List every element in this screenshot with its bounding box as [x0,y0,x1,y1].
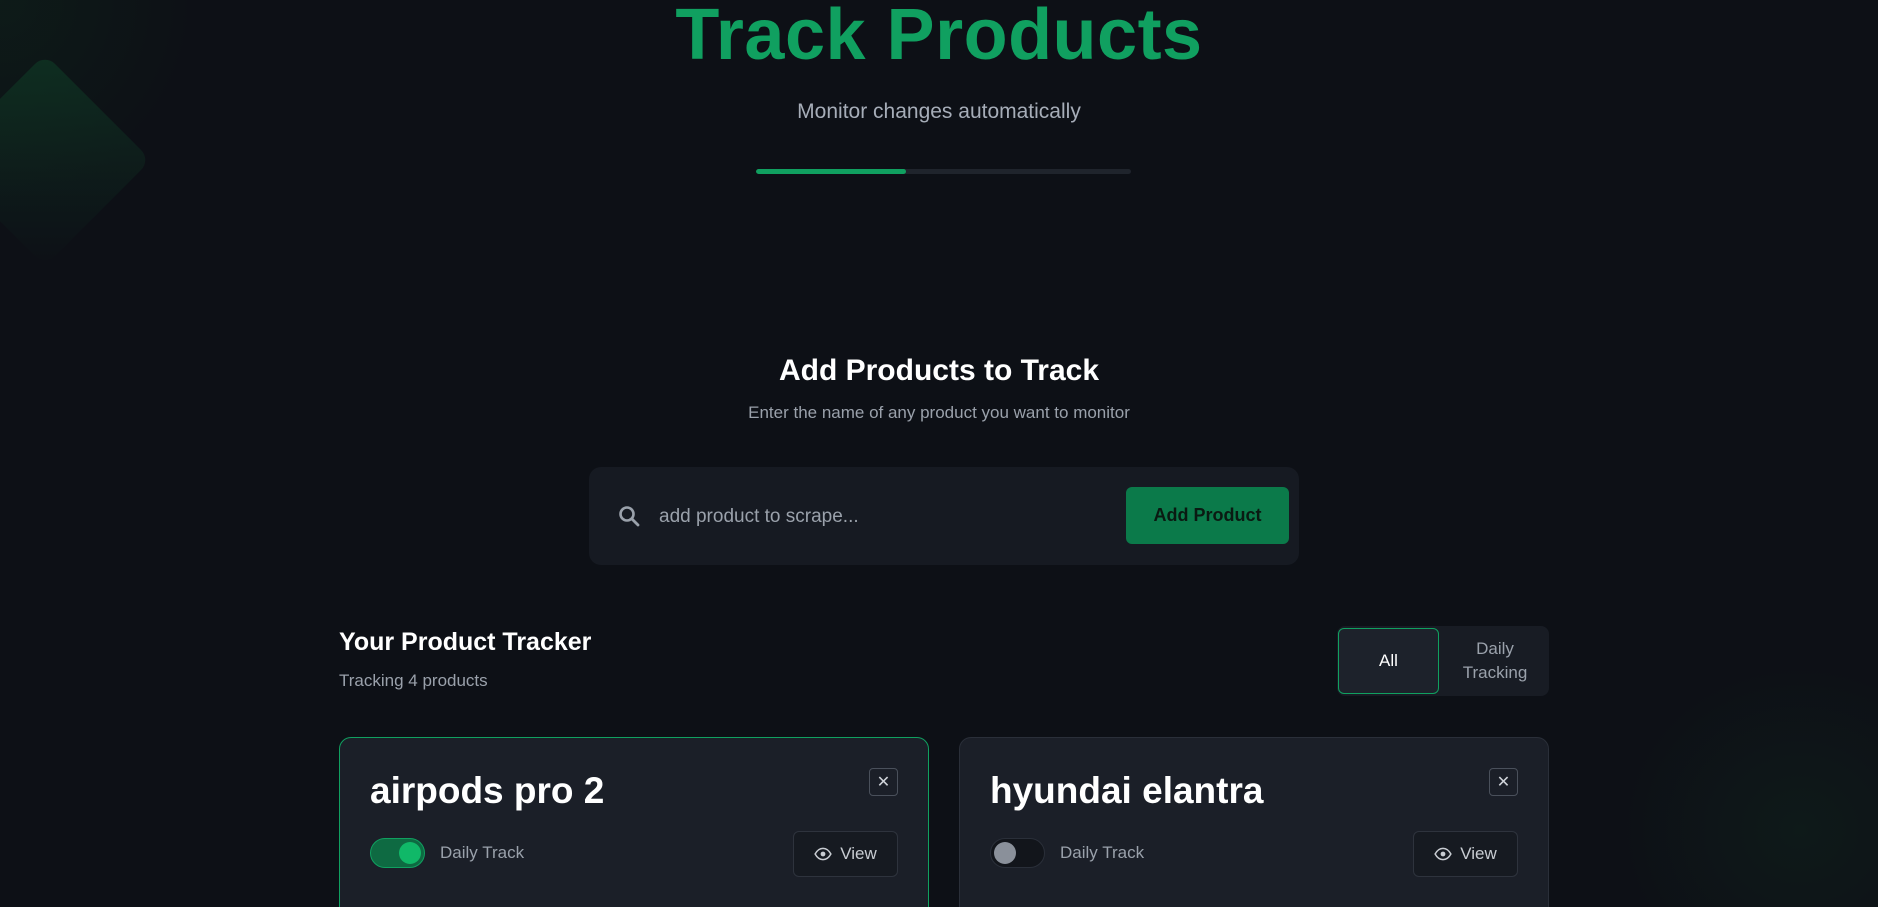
search-box: Add Product [589,467,1299,565]
close-icon: ✕ [876,774,891,791]
toggle-knob [994,842,1016,864]
filter-tabs: All Daily Tracking [1337,626,1549,696]
product-card: hyundai elantra ✕ Daily Track View [959,737,1549,907]
product-name: hyundai elantra [990,770,1264,811]
daily-track-toggle[interactable] [990,838,1045,868]
close-icon: ✕ [1496,774,1511,791]
page: Track Products Monitor changes automatic… [0,0,1878,907]
tracker-title: Your Product Tracker [339,628,592,656]
page-title: Track Products [675,0,1203,75]
daily-track-label: Daily Track [440,843,525,862]
daily-track-toggle[interactable] [370,838,425,868]
add-section-subtitle: Enter the name of any product you want t… [748,403,1130,422]
page-subtitle: Monitor changes automatically [797,100,1081,123]
product-card: airpods pro 2 ✕ Daily Track View [339,737,929,907]
eye-icon [1434,847,1452,861]
filter-all-tab[interactable]: All [1338,628,1439,694]
add-product-button[interactable]: Add Product [1126,487,1289,544]
product-name: airpods pro 2 [370,770,605,811]
remove-product-button[interactable]: ✕ [1489,768,1518,796]
progress-bar-fill [756,169,906,174]
remove-product-button[interactable]: ✕ [869,768,898,796]
view-product-button[interactable]: View [793,831,898,877]
filter-daily-tracking-tab[interactable]: Daily Tracking [1445,628,1545,694]
view-button-label: View [840,844,877,863]
add-section-title: Add Products to Track [778,354,1100,387]
toggle-knob [399,842,421,864]
search-input[interactable] [657,497,1101,537]
daily-track-label: Daily Track [1060,843,1145,862]
view-product-button[interactable]: View [1413,831,1518,877]
eye-icon [814,847,832,861]
tracker-count: Tracking 4 products [339,671,488,690]
view-button-label: View [1460,844,1497,863]
progress-bar [756,169,1131,174]
search-icon [619,506,640,527]
